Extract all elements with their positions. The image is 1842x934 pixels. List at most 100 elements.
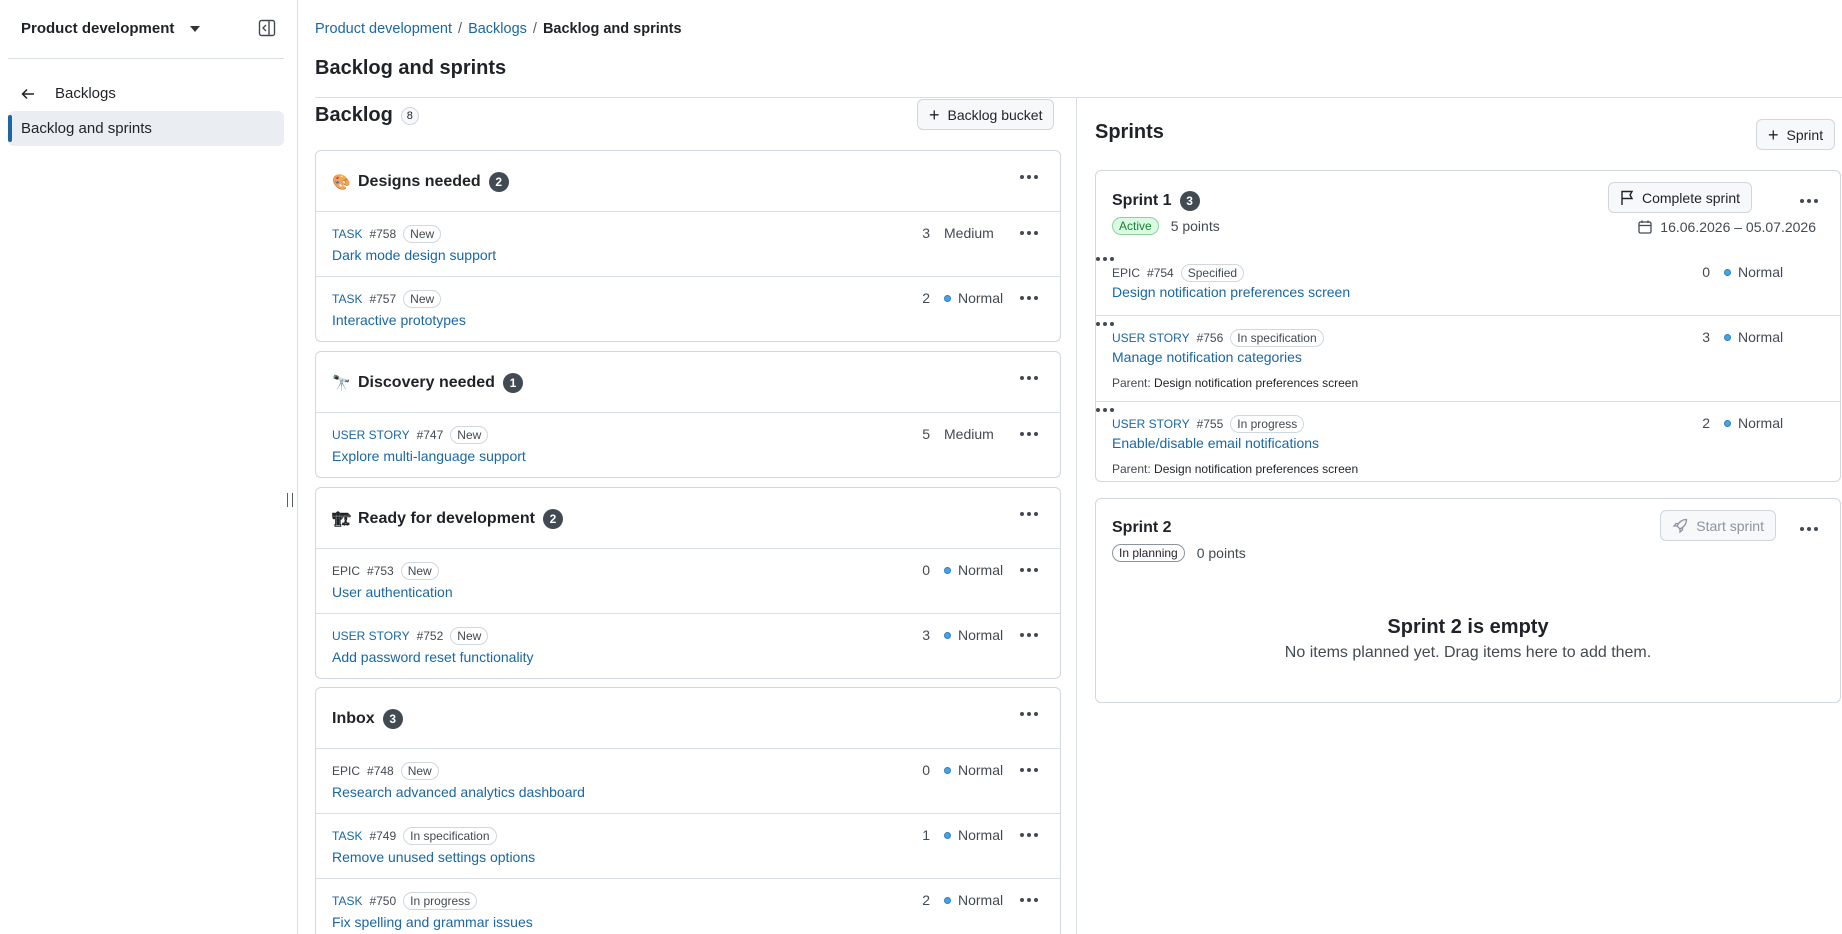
parent-title[interactable]: Design notification preferences screen [1154,462,1358,476]
work-package-id[interactable]: #756 [1197,331,1224,345]
parent-reference: Parent: Design notification preferences … [1112,462,1358,476]
work-package-row[interactable]: USER STORY #747 New Explore multi-language … [316,412,1060,477]
work-package-title-link[interactable]: Research advanced analytics dashboard [332,784,585,800]
work-package-title-link[interactable]: Explore multi-language support [332,448,526,464]
breadcrumb-link-project[interactable]: Product development [315,21,452,37]
sprint-1-items: EPIC #754 Specified Design notification pre… [1096,251,1840,487]
work-package-title-link[interactable]: Fix spelling and grammar issues [332,914,533,930]
story-points: 2 [922,290,930,306]
sprint-1-card: Sprint 1 3 Active 5 points Complete spri… [1095,170,1841,482]
bucket-name: Ready for development [358,510,535,527]
sprint-points: 5 points [1170,218,1220,234]
row-more-menu[interactable] [1020,562,1038,578]
bucket-count: 1 [502,373,523,393]
work-package-title-link[interactable]: Remove unused settings options [332,849,535,865]
sprint-name-text: Sprint 1 [1112,192,1172,209]
work-package-type: EPIC [332,764,361,778]
row-more-menu[interactable] [1020,762,1038,778]
complete-sprint-label: Complete sprint [1641,189,1740,206]
work-package-id[interactable]: #754 [1147,266,1174,280]
work-package-row[interactable]: USER STORY #752 New Add password reset func… [316,613,1060,678]
row-more-menu[interactable] [1020,225,1038,241]
row-meta: USER STORY #747 New [332,426,489,444]
sprint-1-more-menu[interactable] [1800,193,1818,209]
priority: Normal [944,892,1004,908]
start-sprint-button[interactable]: Start sprint [1660,510,1776,541]
sidebar-item-backlog-and-sprints[interactable]: Backlog and sprints [8,111,284,146]
work-package-title-link[interactable]: Design notification preferences screen [1112,284,1350,300]
priority-dot-icon [1724,333,1731,341]
bucket-more-menu[interactable] [1020,370,1038,386]
status-badge: New [450,426,489,444]
complete-sprint-button[interactable]: Complete sprint [1607,182,1752,213]
sprint-2-name: Sprint 2 [1112,519,1172,537]
empty-state-title: Sprint 2 is empty [1387,616,1549,638]
sprint-2-more-menu[interactable] [1800,521,1818,537]
page-title: Backlog and sprints [315,57,507,79]
work-package-id[interactable]: #748 [367,764,394,778]
work-package-id[interactable]: #749 [369,829,396,843]
work-package-title-link[interactable]: Dark mode design support [332,247,496,263]
priority-label: Normal [958,762,1004,778]
work-package-row[interactable]: TASK #750 In progress Fix spelling and gram… [316,878,1060,934]
row-more-menu[interactable] [1096,316,1114,332]
collapse-sidebar-icon[interactable] [258,19,276,37]
work-package-id[interactable]: #758 [369,227,396,241]
row-more-menu[interactable] [1020,627,1038,643]
work-package-row[interactable]: TASK #749 In specification Remove unused se… [316,813,1060,878]
bucket-more-menu[interactable] [1020,169,1038,185]
status-badge: New [403,290,442,308]
priority-dot-icon [944,766,951,774]
priority-dot-icon [944,631,951,639]
bucket-more-menu[interactable] [1020,506,1038,522]
row-more-menu[interactable] [1020,827,1038,843]
sprint-name-text: Sprint 2 [1112,519,1172,536]
back-to-backlogs[interactable]: Backlogs [21,85,116,102]
work-package-row[interactable]: USER STORY #755 In progress Enable/disable … [1096,401,1840,487]
add-sprint-button[interactable]: + Sprint [1756,119,1836,150]
add-backlog-bucket-button[interactable]: + Backlog bucket [917,99,1055,130]
bucket-count: 3 [382,709,403,729]
work-package-row[interactable]: EPIC #754 Specified Design notification pre… [1096,251,1840,315]
row-estimate-priority: 3 Normal [918,627,1004,643]
breadcrumb-current: Backlog and sprints [542,21,682,37]
row-estimate-priority: 0 Normal [1698,264,1784,280]
work-package-id[interactable]: #747 [417,428,444,442]
row-more-menu[interactable] [1096,402,1114,418]
work-package-row[interactable]: EPIC #748 New Research advanced analytics d… [316,748,1060,813]
row-more-menu[interactable] [1020,290,1038,306]
sprint-2-card: Sprint 2 In planning 0 points Start spri… [1095,498,1841,703]
flag-icon [1621,190,1634,205]
work-package-id[interactable]: #757 [369,292,396,306]
work-package-row[interactable]: EPIC #753 New User authentication 0 Normal [316,548,1060,613]
work-package-row[interactable]: TASK #758 New Dark mode design support 3 Medi… [316,211,1060,276]
row-estimate-priority: 1 Normal [918,827,1004,843]
work-package-title-link[interactable]: Interactive prototypes [332,312,466,328]
work-package-title-link[interactable]: Enable/disable email notifications [1112,435,1319,451]
work-package-title-link[interactable]: Add password reset functionality [332,649,534,665]
story-points: 3 [1702,329,1710,345]
project-switcher[interactable]: Product development [21,20,201,37]
sidebar-resize-handle[interactable] [287,493,293,507]
row-meta: EPIC #753 New [332,562,439,580]
column-divider [1076,98,1077,934]
bucket-name: Designs needed [358,173,481,190]
row-more-menu[interactable] [1020,426,1038,442]
work-package-id[interactable]: #753 [367,564,394,578]
row-more-menu[interactable] [1020,892,1038,908]
work-package-id[interactable]: #750 [369,894,396,908]
work-package-row[interactable]: TASK #757 New Interactive prototypes 2 Normal [316,276,1060,341]
breadcrumb-link-backlogs[interactable]: Backlogs [468,21,527,37]
work-package-id[interactable]: #755 [1197,417,1224,431]
work-package-title-link[interactable]: Manage notification categories [1112,349,1302,365]
work-package-title-link[interactable]: User authentication [332,584,453,600]
work-package-id[interactable]: #752 [417,629,444,643]
bucket-emoji: 🏗 [332,511,352,528]
row-meta: TASK #757 New [332,290,442,308]
story-points: 3 [922,627,930,643]
row-more-menu[interactable] [1096,251,1114,267]
parent-title[interactable]: Design notification preferences screen [1154,376,1358,390]
work-package-row[interactable]: USER STORY #756 In specification Manage not… [1096,315,1840,401]
priority-label: Normal [1738,264,1784,280]
bucket-more-menu[interactable] [1020,706,1038,722]
